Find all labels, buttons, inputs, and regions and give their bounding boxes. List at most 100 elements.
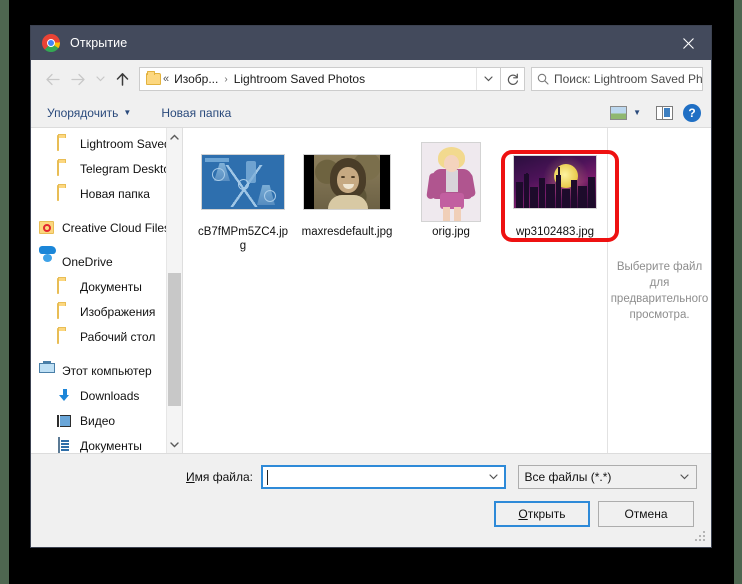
filename-input[interactable]	[261, 465, 507, 489]
new-folder-label: Новая папка	[161, 105, 232, 120]
breadcrumb-item-pictures[interactable]: Изобр...	[171, 72, 221, 86]
address-bar[interactable]: « Изобр... › Lightroom Saved Photos	[139, 67, 501, 91]
creative-cloud-icon	[39, 220, 56, 235]
file-list-area[interactable]: cB7fMPm5ZC4.jpg maxresdefault.jpg orig.j…	[183, 128, 711, 453]
folder-icon	[57, 278, 74, 294]
address-dropdown-icon[interactable]	[476, 68, 500, 90]
new-folder-button[interactable]: Новая папка	[155, 104, 237, 122]
scroll-up-icon[interactable]	[167, 128, 182, 145]
sidebar-scrollbar[interactable]	[166, 128, 182, 453]
sidebar-item-new-folder[interactable]: Новая папка	[31, 181, 182, 206]
filename-label: Имя файла:	[31, 470, 261, 484]
sidebar-item-label: Downloads	[80, 388, 140, 403]
folder-icon	[146, 71, 161, 86]
search-icon	[532, 73, 554, 85]
folder-icon	[57, 185, 74, 201]
sidebar-item-label: OneDrive	[62, 254, 113, 269]
this-pc-icon	[39, 363, 56, 378]
scrollbar-thumb[interactable]	[168, 273, 181, 406]
view-options-icon[interactable]	[605, 102, 631, 124]
thumbnail-wrapper	[199, 144, 287, 220]
sidebar-item-label: Документы	[80, 279, 142, 294]
dialog-titlebar[interactable]: Открытие	[31, 26, 711, 60]
sidebar-item-label: Документы	[80, 438, 142, 453]
sidebar-item-documents[interactable]: Документы	[31, 433, 182, 453]
preview-pane: Выберите файл для предварительного просм…	[607, 128, 711, 453]
file-item-orig[interactable]: orig.jpg	[399, 142, 503, 239]
open-button-rest: ткрыть	[527, 507, 566, 521]
sidebar-item-onedrive-pictures[interactable]: Изображения	[31, 299, 182, 324]
sidebar-item-downloads[interactable]: Downloads	[31, 383, 182, 408]
organize-label: Упорядочить	[47, 105, 119, 120]
open-button[interactable]: Открыть	[494, 501, 590, 527]
file-name: wp3102483.jpg	[515, 226, 594, 238]
resize-grip-icon[interactable]	[695, 531, 707, 543]
organize-button[interactable]: Упорядочить ▼	[41, 104, 137, 122]
filename-label-rest: мя файла:	[194, 470, 253, 484]
file-type-dropdown[interactable]: Все файлы (*.*)	[518, 465, 697, 489]
dialog-footer: Имя файла: Все файлы (*.*) Открыть Отмен…	[31, 453, 711, 547]
filetype-chevron-down-icon[interactable]	[680, 472, 691, 483]
thumbnail-wrapper	[511, 144, 599, 220]
open-file-dialog: Открытие « Изобр... › Lightroom Saved Ph…	[30, 25, 712, 548]
sidebar-item-label: Видео	[80, 413, 116, 428]
file-item-maxresdefault[interactable]: maxresdefault.jpg	[295, 142, 399, 239]
sidebar-item-lightroom-saved[interactable]: Lightroom Saved	[31, 131, 182, 156]
downloads-icon	[57, 388, 74, 403]
back-button[interactable]	[39, 66, 65, 92]
close-icon[interactable]	[665, 26, 711, 60]
preview-pane-icon[interactable]	[651, 102, 677, 124]
dialog-body: Lightroom Saved Telegram Desktop Новая п…	[31, 128, 711, 453]
thumbnail-wrapper	[407, 142, 495, 222]
sidebar-item-onedrive-documents[interactable]: Документы	[31, 274, 182, 299]
navigation-bar: « Изобр... › Lightroom Saved Photos Поис…	[31, 60, 711, 98]
sidebar-item-label: Новая папка	[80, 186, 150, 201]
breadcrumb-separator: ›	[224, 73, 228, 85]
filename-row: Имя файла: Все файлы (*.*)	[31, 464, 697, 490]
folder-icon	[57, 160, 74, 176]
open-button-accel: О	[518, 507, 528, 521]
file-name: maxresdefault.jpg	[301, 226, 393, 238]
blueprint-thumbnail	[201, 154, 285, 210]
text-cursor	[267, 469, 268, 485]
navigation-sidebar: Lightroom Saved Telegram Desktop Новая п…	[31, 128, 183, 453]
scroll-down-icon[interactable]	[167, 436, 182, 453]
portrait-thumbnail	[303, 154, 391, 210]
filename-chevron-down-icon[interactable]	[489, 472, 500, 483]
cancel-button[interactable]: Отмена	[598, 501, 694, 527]
sidebar-item-videos[interactable]: Видео	[31, 408, 182, 433]
chevron-down-icon: ▼	[123, 108, 132, 117]
sidebar-item-label: Telegram Desktop	[80, 161, 177, 176]
sidebar-item-label: Изображения	[80, 304, 156, 319]
help-icon[interactable]: ?	[683, 103, 701, 122]
onedrive-icon	[39, 254, 56, 269]
sidebar-item-creative-cloud-files[interactable]: Creative Cloud Files	[31, 215, 182, 240]
sidebar-item-onedrive-desktop[interactable]: Рабочий стол	[31, 324, 182, 349]
folder-icon	[57, 328, 74, 344]
file-item-blueprint[interactable]: cB7fMPm5ZC4.jpg	[191, 142, 295, 253]
sidebar-item-label: Lightroom Saved	[80, 136, 171, 151]
breadcrumb-overflow[interactable]: «	[161, 73, 171, 85]
breadcrumb-item-current[interactable]: Lightroom Saved Photos	[231, 72, 368, 86]
sidebar-item-label: Рабочий стол	[80, 329, 156, 344]
search-box[interactable]: Поиск: Lightroom Saved Ph...	[531, 67, 703, 91]
sidebar-item-this-pc[interactable]: Этот компьютер	[31, 358, 182, 383]
dialog-title: Открытие	[70, 36, 128, 50]
recent-locations-button[interactable]	[91, 66, 109, 92]
screen-edge-left	[0, 0, 9, 584]
sidebar-item-telegram-desktop[interactable]: Telegram Desktop	[31, 156, 182, 181]
folder-icon	[57, 303, 74, 319]
view-options-chevron-down-icon[interactable]: ▼	[633, 108, 641, 117]
sidebar-item-onedrive[interactable]: OneDrive	[31, 249, 182, 274]
forward-button[interactable]	[65, 66, 91, 92]
thumbnail-wrapper	[303, 144, 391, 220]
search-input[interactable]: Поиск: Lightroom Saved Ph...	[554, 72, 702, 86]
sidebar-list: Lightroom Saved Telegram Desktop Новая п…	[31, 128, 182, 453]
file-item-wp3102483[interactable]: wp3102483.jpg	[503, 142, 607, 239]
filename-label-accel: И	[186, 470, 195, 484]
sidebar-item-label: Creative Cloud Files	[62, 220, 171, 235]
screen-edge-right	[734, 0, 742, 584]
refresh-icon[interactable]	[501, 67, 525, 91]
up-one-level-button[interactable]	[109, 66, 135, 92]
